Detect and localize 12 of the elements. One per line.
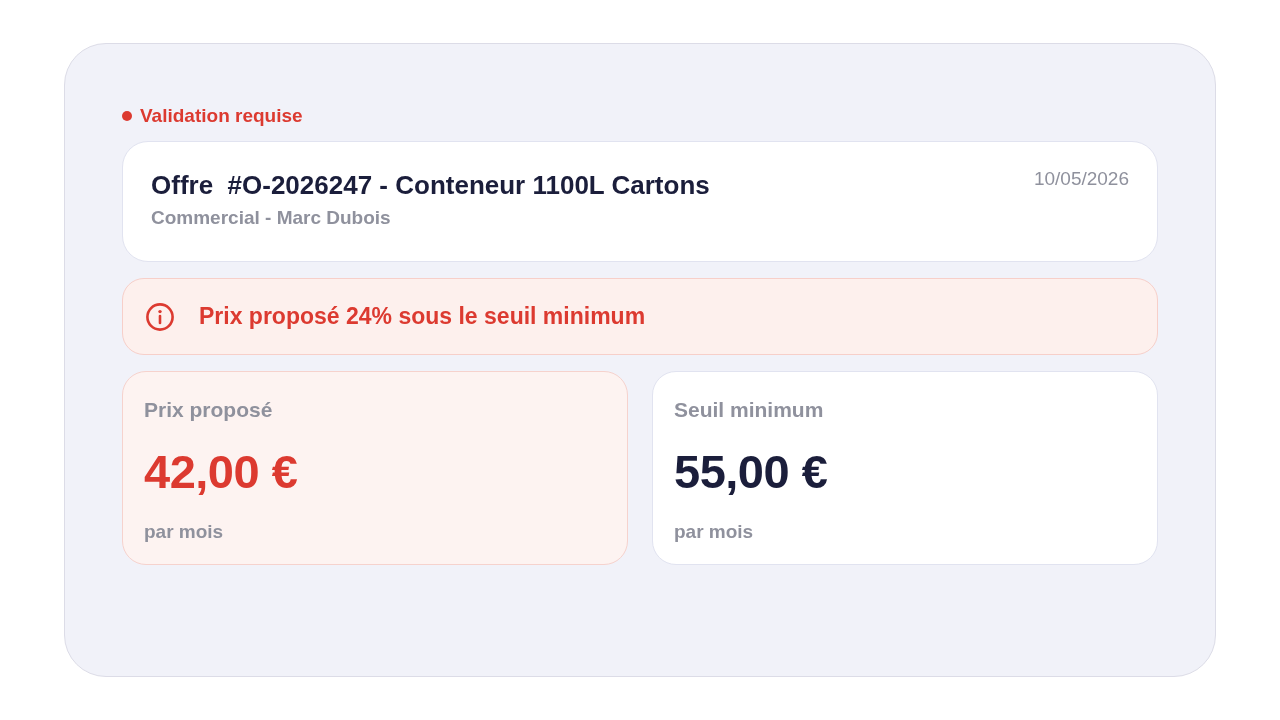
- status-label: Validation requise: [140, 105, 303, 127]
- price-period: par mois: [144, 520, 225, 544]
- price-label: Seuil minimum: [674, 397, 825, 423]
- price-label: Prix proposé: [144, 397, 274, 423]
- offer-date: 10/05/2026: [1033, 167, 1129, 191]
- price-period: par mois: [674, 520, 755, 544]
- price-amount: 55,00 €: [674, 444, 829, 500]
- offer-title: Offre #O-2026247 - Conteneur 1100L Cartons: [151, 169, 710, 202]
- info-icon: [145, 301, 175, 332]
- alert-message: Prix proposé 24% sous le seuil minimum: [199, 303, 646, 330]
- offer-subtitle: Commercial - Marc Dubois: [151, 206, 392, 230]
- price-amount: 42,00 €: [144, 444, 299, 500]
